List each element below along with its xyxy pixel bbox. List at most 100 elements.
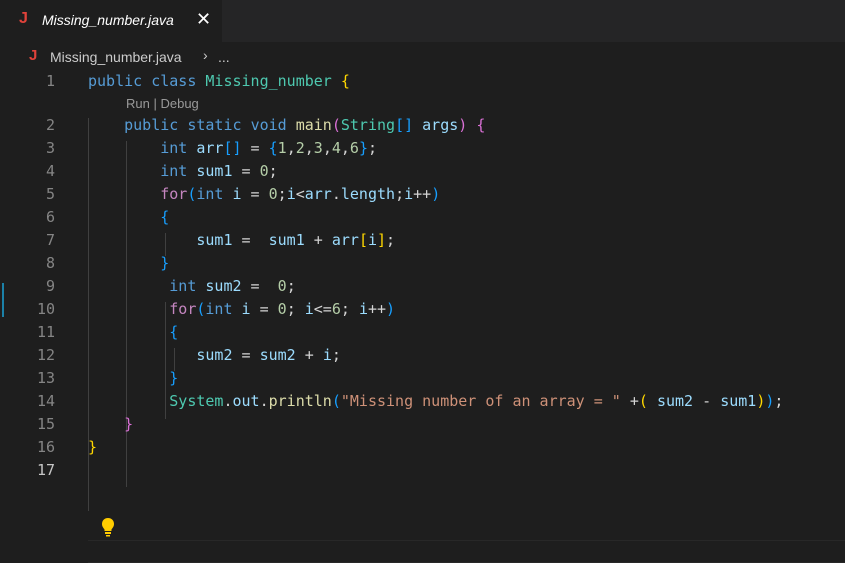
code-token: args [422,116,459,134]
code-line[interactable]: 17 [0,459,845,482]
code-token: ; [367,139,377,157]
code-line[interactable]: 6 { [0,206,845,229]
code-text: sum1 = sum1 + arr[i]; [88,229,395,252]
code-token: { [268,139,278,157]
code-token: + [620,392,639,410]
code-token: i [241,300,251,318]
code-token: sum1 [720,392,757,410]
code-editor[interactable]: Run | Debug 1 public class Missing_number… [0,70,845,563]
code-token: ; [268,162,278,180]
code-token: = [241,139,269,157]
code-token: + [304,231,332,249]
code-token: ) [458,116,468,134]
code-token: } [358,139,368,157]
code-text: sum2 = sum2 + i; [88,344,341,367]
breadcrumb-file[interactable]: Missing_number.java [50,49,182,65]
code-line[interactable]: 11 { [0,321,845,344]
code-token: <= [313,300,332,318]
code-token: } [88,438,98,456]
code-text: for(int i = 0;i<arr.length;i++) [88,183,440,206]
code-token: { [340,72,350,90]
line-number: 5 [45,185,55,203]
code-text: public static void main(String[] args) { [88,114,485,137]
breadcrumb-more[interactable]: ... [218,49,230,65]
code-line[interactable]: 13 } [0,367,845,390]
code-token: for [160,185,188,203]
run-link[interactable]: Run [126,96,150,111]
code-line[interactable]: 4 int sum1 = 0; [0,160,845,183]
code-token: public [124,116,179,134]
code-token: } [169,369,179,387]
code-line[interactable]: 1 public class Missing_number { [0,70,845,93]
code-text: int arr[] = {1,2,3,4,6}; [88,137,377,160]
lightbulb-icon[interactable] [100,517,116,537]
java-file-icon: J [19,10,28,27]
code-token: < [295,185,305,203]
line-number: 16 [36,438,55,456]
code-text: for(int i = 0; i<=6; i++) [88,298,395,321]
code-token: arr [304,185,332,203]
code-line[interactable]: 14 System.out.println("Missing number of… [0,390,845,413]
code-line[interactable]: 10 for(int i = 0; i<=6; i++) [0,298,845,321]
code-line[interactable]: 5 for(int i = 0;i<arr.length;i++) [0,183,845,206]
code-token: ; [774,392,784,410]
current-line-highlight [88,540,845,563]
line-number: 13 [36,369,55,387]
line-number: 12 [36,346,55,364]
code-token: ; [395,185,405,203]
code-token: ) [756,392,766,410]
code-token: [] [223,139,242,157]
breadcrumb: J Missing_number.java › ... [0,42,845,70]
code-token: sum2 [656,392,694,410]
code-token: "Missing number of an array = " [340,392,621,410]
code-token: sum1 [196,231,233,249]
code-text: public class Missing_number { [88,70,350,93]
debug-link[interactable]: Debug [160,96,198,111]
line-number: 17 [36,461,55,479]
code-token: ; [386,231,396,249]
code-text: int sum1 = 0; [88,160,278,183]
code-token: . [223,392,233,410]
close-icon[interactable]: ✕ [196,9,211,30]
line-number: 14 [36,392,55,410]
code-line[interactable]: 3 int arr[] = {1,2,3,4,6}; [0,137,845,160]
code-token: = [241,277,278,295]
code-token: - [693,392,721,410]
code-token: ) [431,185,441,203]
code-token: ; [331,346,341,364]
code-line[interactable]: 9 int sum2 = 0; [0,275,845,298]
code-text: } [88,252,169,275]
code-token: , [340,139,350,157]
code-line[interactable]: 16} [0,436,845,459]
code-token: i [304,300,314,318]
code-line[interactable]: 2 public static void main(String[] args)… [0,114,845,137]
code-token: } [124,415,134,433]
code-token: ] [377,231,387,249]
code-line[interactable]: 8 } [0,252,845,275]
tab-missing-number-java[interactable]: J Missing_number.java ✕ [0,0,222,42]
code-token: . [259,392,269,410]
code-token: . [331,185,341,203]
code-line[interactable]: 15 } [0,413,845,436]
line-number: 1 [45,72,55,90]
line-number: 2 [45,116,55,134]
code-token: ; [286,300,305,318]
code-text: { [88,321,178,344]
code-token: 0 [268,185,278,203]
code-token: public [88,72,143,90]
code-token: arr [196,139,224,157]
code-token: { [476,116,486,134]
code-line[interactable]: 7 sum1 = sum1 + arr[i]; [0,229,845,252]
tab-title[interactable]: Missing_number.java [42,12,174,28]
code-token: 4 [331,139,341,157]
code-text: } [88,367,178,390]
code-line[interactable]: 12 sum2 = sum2 + i; [0,344,845,367]
code-token: i [367,231,377,249]
